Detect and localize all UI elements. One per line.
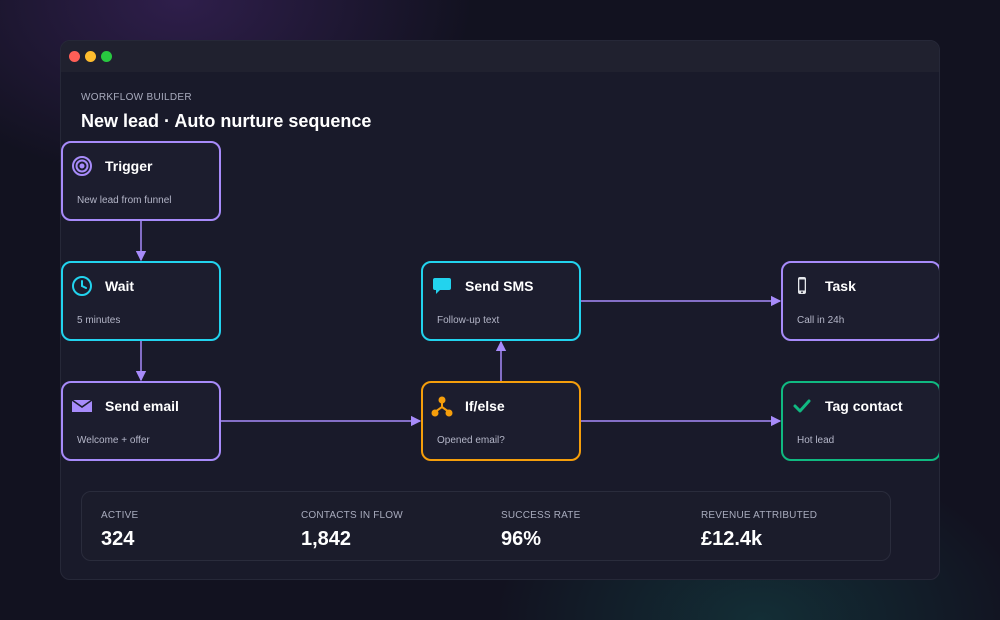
- stat-value: 96%: [501, 528, 542, 550]
- node-title: Tag contact: [825, 398, 903, 414]
- phone-icon: [791, 275, 813, 297]
- stat-value: 1,842: [301, 528, 352, 550]
- node-subtitle: Call in 24h: [797, 315, 845, 326]
- stats-panel: ACTIVE 324 CONTACTS IN FLOW 1,842 SUCCES…: [81, 491, 891, 561]
- node-wait[interactable]: Wait 5 minutes: [61, 261, 221, 341]
- node-subtitle: Opened email?: [437, 435, 505, 446]
- workflow-window: WORKFLOW BUILDER New lead · Auto nurture…: [60, 40, 940, 580]
- chat-bubble-icon: [431, 275, 453, 297]
- node-trigger[interactable]: Trigger New lead from funnel: [61, 141, 221, 221]
- stat-value: £12.4k: [701, 528, 763, 550]
- stat-label: ACTIVE: [101, 510, 139, 521]
- node-title: Wait: [105, 278, 135, 294]
- node-title: Task: [825, 278, 856, 294]
- branch-icon: [431, 395, 453, 417]
- node-subtitle: 5 minutes: [77, 315, 121, 326]
- node-tag-contact[interactable]: Tag contact Hot lead: [781, 381, 939, 461]
- node-subtitle: Welcome + offer: [77, 435, 150, 446]
- node-title: If/else: [465, 398, 505, 414]
- stat-label: SUCCESS RATE: [501, 510, 581, 521]
- clock-icon: [71, 275, 93, 297]
- node-subtitle: New lead from funnel: [77, 195, 172, 206]
- node-subtitle: Hot lead: [797, 435, 835, 446]
- node-subtitle: Follow-up text: [437, 315, 500, 326]
- stat-label: CONTACTS IN FLOW: [301, 510, 403, 521]
- node-title: Send SMS: [465, 278, 534, 294]
- node-send-sms[interactable]: Send SMS Follow-up text: [421, 261, 581, 341]
- node-if-else[interactable]: If/else Opened email?: [421, 381, 581, 461]
- envelope-icon: [71, 395, 93, 417]
- node-send-email[interactable]: Send email Welcome + offer: [61, 381, 221, 461]
- node-title: Send email: [105, 398, 179, 414]
- node-task[interactable]: Task Call in 24h: [781, 261, 939, 341]
- stat-label: REVENUE ATTRIBUTED: [701, 510, 818, 521]
- target-icon: [71, 155, 93, 177]
- stat-value: 324: [101, 528, 135, 550]
- node-title: Trigger: [105, 158, 153, 174]
- checkmark-icon: [791, 395, 813, 417]
